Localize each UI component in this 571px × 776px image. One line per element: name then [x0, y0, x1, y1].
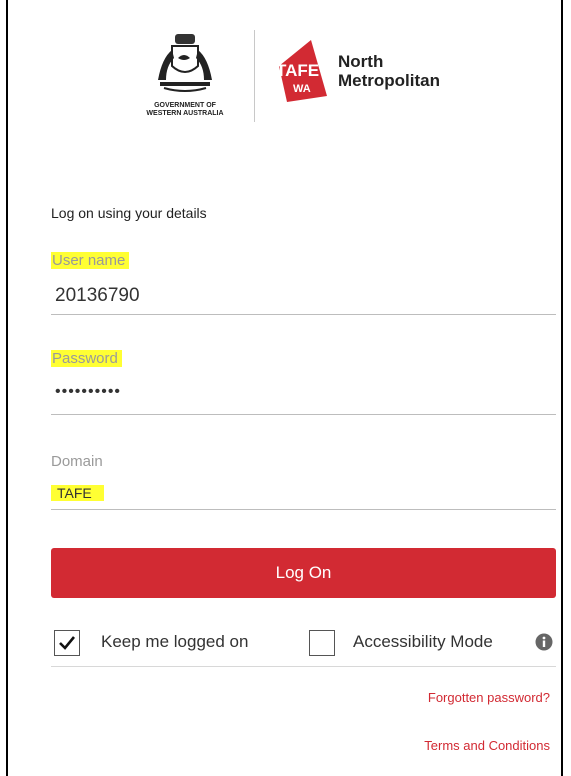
logo-divider	[254, 30, 255, 122]
institute-line1: North	[338, 52, 384, 71]
forgotten-password-link[interactable]: Forgotten password?	[428, 690, 550, 705]
log-on-button[interactable]: Log On	[51, 548, 556, 598]
government-line2: WESTERN AUSTRALIA	[146, 110, 224, 117]
government-line1: GOVERNMENT OF	[154, 102, 216, 109]
wa-government-crest: GOVERNMENT OF WESTERN AUSTRALIA	[130, 32, 240, 124]
login-form: Log on using your details User name 2013…	[51, 205, 556, 753]
checkmark-icon	[59, 636, 76, 650]
login-panel: GOVERNMENT OF WESTERN AUSTRALIA TAFE WA …	[6, 0, 563, 776]
info-icon[interactable]	[535, 633, 553, 651]
form-heading: Log on using your details	[51, 205, 207, 221]
domain-field[interactable]: Domain TAFE	[51, 451, 556, 515]
username-input[interactable]: 20136790	[55, 285, 140, 307]
domain-input[interactable]: TAFE	[51, 485, 104, 501]
password-label: Password	[51, 350, 122, 367]
tafe-logo: TAFE WA	[271, 36, 335, 106]
username-underline	[51, 314, 556, 315]
username-field[interactable]: User name 20136790	[51, 249, 556, 317]
password-underline	[51, 414, 556, 415]
options-row: Keep me logged on Accessibility Mode	[51, 625, 556, 661]
keep-logged-on-checkbox[interactable]	[54, 630, 80, 656]
password-field[interactable]: Password ••••••••••	[51, 349, 556, 417]
tafe-mark: TAFE	[276, 61, 319, 80]
domain-label: Domain	[51, 453, 103, 470]
tafe-mark-sub: WA	[293, 83, 311, 95]
accessibility-mode-checkbox[interactable]	[309, 630, 335, 656]
keep-logged-on-label[interactable]: Keep me logged on	[101, 632, 248, 652]
password-input[interactable]: ••••••••••	[55, 383, 121, 401]
institute-name: North Metropolitan	[338, 52, 440, 90]
domain-underline	[51, 509, 556, 510]
options-divider	[51, 666, 556, 667]
terms-and-conditions-link[interactable]: Terms and Conditions	[424, 738, 550, 753]
accessibility-mode-label[interactable]: Accessibility Mode	[353, 632, 493, 652]
institute-line2: Metropolitan	[338, 71, 440, 90]
header-logos: GOVERNMENT OF WESTERN AUSTRALIA TAFE WA …	[130, 22, 470, 126]
coat-of-arms-icon	[158, 34, 212, 92]
username-label: User name	[51, 252, 130, 269]
